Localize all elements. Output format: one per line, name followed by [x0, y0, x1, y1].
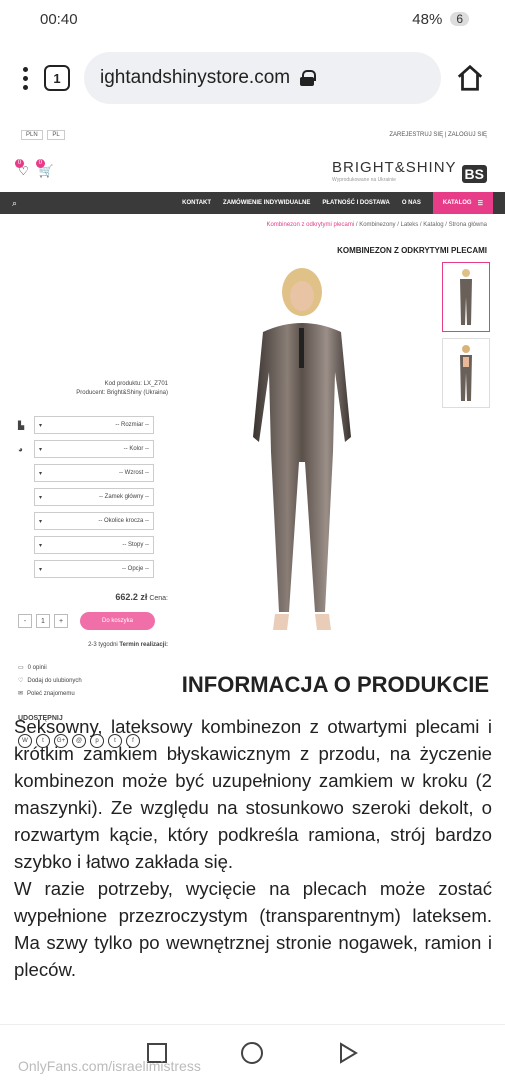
site-logo[interactable]: BRIGHT&SHINY Wyprodukowane na Ukrainie BS	[332, 159, 487, 183]
product-info-heading: INFORMACJA O PRODUKCIE	[181, 672, 489, 697]
login-link[interactable]: ZALOGUJ SIĘ	[448, 132, 487, 138]
thumbnail-front-image	[460, 269, 472, 325]
options-select[interactable]: ▾ -- Opcje --	[34, 560, 154, 578]
add-to-cart-button[interactable]: Do koszyka	[80, 612, 155, 630]
nav-kontakt[interactable]: KONTAKT	[182, 200, 211, 206]
description-paragraph-2: W razie potrzeby, wycięcie na plecach mo…	[14, 878, 492, 980]
language-select[interactable]: PL	[47, 130, 65, 140]
browser-menu-icon[interactable]	[20, 66, 30, 90]
product-code: Kod produktu: LX_Z701	[104, 381, 168, 387]
breadcrumb-item[interactable]: Strona główna	[449, 222, 487, 228]
cart-icon[interactable]: 🛒 0	[35, 159, 54, 178]
height-select[interactable]: ▾ -- Wzrost --	[34, 464, 154, 482]
thumbnail-front[interactable]	[442, 262, 490, 332]
wishlist-count: 0	[15, 159, 24, 168]
crotch-select[interactable]: ▾ -- Okolice krocza --	[34, 512, 154, 530]
breadcrumb-current: Kombinezon z odkrytymi plecami	[266, 222, 355, 228]
status-bar: 00:40 48% 6	[0, 0, 505, 38]
katalog-label: KATALOG	[442, 200, 472, 206]
nav-platnosc[interactable]: PŁATNOŚĆ I DOSTAWA	[322, 200, 389, 206]
site-topbar: PLN PL ZAREJESTRUJ SIĘ | ZALOGUJ SIĘ	[0, 120, 505, 150]
qty-minus-button[interactable]: -	[18, 614, 32, 628]
nav-zamowienie[interactable]: ZAMÓWIENIE INDYWIDUALNE	[223, 200, 310, 206]
size-select[interactable]: ▾ -- Rozmiar --	[34, 416, 154, 434]
thumbnail-back[interactable]	[442, 338, 490, 408]
zipper-select[interactable]: ▾ -- Zamek główny --	[34, 488, 154, 506]
thumbnail-back-image	[460, 345, 472, 401]
realization-value: 2-3 tygodni	[88, 642, 118, 648]
description-paragraph-1: Seksowny, lateksowy kombinezon z otwarty…	[14, 716, 492, 872]
cart-count: 0	[35, 159, 45, 168]
lock-icon[interactable]	[300, 70, 317, 86]
breadcrumb-item[interactable]: Kombinezony	[359, 222, 395, 228]
product-producer: Producent: Bright&Shiny (Ukraina)	[76, 390, 168, 396]
browser-toolbar: 1 ightandshinystore.com	[0, 44, 505, 112]
product-thumbnails	[442, 262, 490, 414]
color-palette-icon[interactable]: ◕	[18, 445, 28, 454]
search-icon[interactable]: ⌕	[12, 198, 17, 209]
price-value: 662.2 zł	[115, 592, 148, 602]
breadcrumb-item[interactable]: Katalog	[423, 222, 443, 228]
product-description: Seksowny, lateksowy kombinezon z otwarty…	[14, 713, 492, 983]
qty-input[interactable]: 1	[36, 614, 50, 628]
currency-select[interactable]: PLN	[21, 130, 43, 140]
price: 662.2 zł Cena:	[18, 592, 168, 602]
url-text: ightandshinystore.com	[100, 67, 291, 88]
nav-katalog[interactable]: KATALOG ☰	[432, 192, 493, 214]
tabs-button[interactable]: 1	[44, 65, 70, 91]
product-main-image[interactable]	[175, 262, 430, 652]
url-bar[interactable]: ightandshinystore.com	[84, 52, 441, 104]
breadcrumb-item[interactable]: Lateks	[401, 222, 419, 228]
site-header: PLN PL ZAREJESTRUJ SIĘ | ZALOGUJ SIĘ ♡ 0 …	[0, 120, 505, 255]
realization-label: Termin realizacji:	[119, 642, 168, 648]
qty-plus-button[interactable]: +	[54, 614, 68, 628]
logo-name: BRIGHT&SHINY	[332, 159, 457, 176]
wishlist-icon[interactable]: ♡ 0	[15, 159, 29, 178]
feet-select[interactable]: ▾ -- Stopy --	[34, 536, 154, 554]
clock: 00:40	[40, 10, 78, 28]
realization-time: 2-3 tygodni Termin realizacji:	[18, 642, 168, 648]
price-label: Cena:	[149, 595, 168, 602]
size-chart-icon[interactable]: ▙	[18, 421, 28, 430]
product-title: KOMBINEZON Z ODKRYTYMI PLECAMI	[337, 246, 487, 255]
register-link[interactable]: ZAREJESTRUJ SIĘ	[389, 132, 443, 138]
home-icon[interactable]	[455, 63, 485, 93]
notification-badge: 6	[450, 12, 469, 26]
main-nav: ⌕ KONTAKT ZAMÓWIENIE INDYWIDUALNE PŁATNO…	[0, 192, 505, 214]
battery-level: 48%	[412, 10, 443, 28]
color-select[interactable]: ▾ -- Kolor --	[34, 440, 154, 458]
logo-mark: BS	[461, 165, 487, 183]
breadcrumb: Kombinezon z odkrytymi plecami / Kombine…	[266, 222, 487, 228]
logo-tagline: Wyprodukowane na Ukrainie	[332, 177, 396, 183]
nav-o-nas[interactable]: O NAS	[402, 200, 421, 206]
watermark: OnlyFans.com/israelimistress	[18, 1058, 201, 1074]
hamburger-icon: ☰	[477, 200, 483, 207]
